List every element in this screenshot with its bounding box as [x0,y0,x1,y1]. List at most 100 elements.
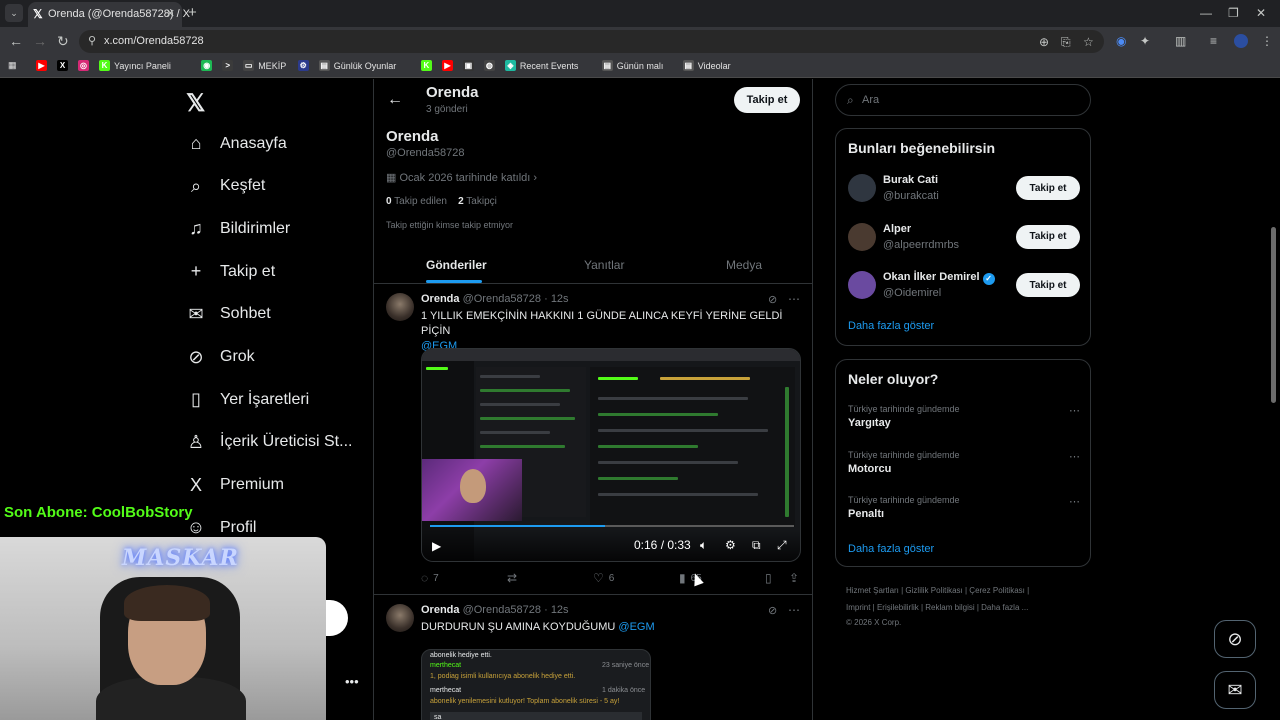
suggestion-handle[interactable]: @Oidemirel [883,287,941,299]
followers-count[interactable]: 2 [458,196,464,207]
post-image[interactable]: abonelik hediye etti. merthecat 23 saniy… [421,649,651,720]
suggestion-row[interactable]: Okan İlker Demirel ✓ @Oidemirel Takip et [848,269,1080,303]
bookmark-item[interactable]: ▶ [441,60,453,71]
nav-item-explore[interactable]: ⌕ Keşfet [186,176,265,197]
post-mention[interactable]: @EGM [618,621,654,633]
nav-item-home[interactable]: ⌂ Anasayfa [186,133,287,154]
restore-button[interactable]: ❐ [1228,6,1239,20]
following-label[interactable]: Takip edilen [394,196,447,207]
reply-button[interactable]: ◌ 7 [421,571,439,585]
post-handle[interactable]: @Orenda58728 [463,293,541,305]
fullscreen-icon[interactable]: ⤢ [777,538,787,553]
minimize-button[interactable]: — [1200,6,1212,20]
bookmark-item[interactable]: X [57,60,68,71]
bookmark-star-icon[interactable]: ☆ [1083,35,1094,49]
bookmark-item[interactable]: K Yayıncı Paneli [99,60,171,71]
url-text[interactable]: x.com/Orenda58728 [104,35,204,47]
grok-icon[interactable]: ⊘ [768,604,777,617]
bookmark-button[interactable]: ▯ [765,571,772,585]
suggestion-row[interactable]: Alper @alpeerrdmrbs Takip et [848,221,1080,255]
trend-item[interactable]: Türkiye tarihinde gündemde Yargıtay ⋯ [848,404,1080,429]
follow-button[interactable]: Takip et [1016,224,1080,249]
post-handle[interactable]: @Orenda58728 [463,604,541,616]
suggestion-handle[interactable]: @alpeerrdmrbs [883,239,959,251]
follow-button[interactable]: Takip et [1016,176,1080,200]
bookmark-item[interactable]: ▶ [36,60,47,71]
bookmark-item[interactable]: ▤ Günün malı [601,60,663,71]
show-more-link[interactable]: Daha fazla göster [848,320,934,332]
trend-more-icon[interactable]: ⋯ [1069,404,1080,417]
zoom-icon[interactable]: ⊕ [1039,35,1049,49]
avatar[interactable] [848,222,876,251]
avatar[interactable] [848,174,876,202]
trend-item[interactable]: Türkiye tarihinde gündemde Penaltı ⋯ [848,495,1080,520]
trend-more-icon[interactable]: ⋯ [1069,495,1080,508]
apps-icon[interactable]: ▦ [8,60,17,71]
more-icon[interactable]: ⋯ [788,292,800,306]
settings-gear-icon[interactable]: ⚙ [725,538,736,552]
tab-close-icon[interactable]: ✕ [166,7,175,20]
reload-button[interactable]: ↻ [57,33,69,50]
nav-item-bookmarks[interactable]: ▯ Yer İşaretleri [186,389,309,410]
bookmark-item[interactable]: > [222,60,234,71]
reading-list-icon[interactable]: ≡ [1210,34,1217,48]
tab-media[interactable]: Medya [726,258,762,272]
bookmark-item[interactable]: ◎ [78,60,89,71]
suggestion-name[interactable]: Burak Cati [883,174,938,186]
bookmark-item[interactable]: ▣ [462,60,474,71]
avatar[interactable] [386,604,414,632]
nav-item-follow[interactable]: + Takip et [186,261,275,282]
avatar[interactable] [386,293,414,321]
video-progress-bar[interactable] [430,525,794,527]
bookmark-item[interactable]: K [420,60,432,71]
x-logo-icon[interactable]: 𝕏 [186,89,205,118]
install-icon[interactable]: ⎘ [1061,35,1071,50]
followers-label[interactable]: Takipçi [466,196,497,207]
tab-replies[interactable]: Yanıtlar [584,258,624,272]
bookmark-item[interactable]: ▤ Günlük Oyunlar [318,60,396,71]
footer-links[interactable]: Hizmet Şartları | Gizlilik Politikası | … [846,586,1029,595]
play-icon[interactable]: ▶ [432,539,441,553]
picture-in-picture-icon[interactable]: ⧉ [752,538,761,553]
browser-tab[interactable]: 𝕏 Orenda (@Orenda58728) / X ✕ [28,2,190,27]
post-time[interactable]: 12s [551,604,569,616]
back-arrow-icon[interactable]: ← [387,91,403,109]
tab-search-button[interactable]: ⌄ [5,4,23,22]
nav-item-grok[interactable]: ⊘ Grok [186,347,254,368]
repost-button[interactable]: ⇄ [507,571,517,585]
suggestion-handle[interactable]: @burakcati [883,190,939,202]
extension-icon[interactable]: ◉ [1116,34,1126,48]
post-time[interactable]: 12s [551,293,569,305]
grok-icon[interactable]: ⊘ [768,293,777,306]
trend-item[interactable]: Türkiye tarihinde gündemde Motorcu ⋯ [848,450,1080,475]
trend-more-icon[interactable]: ⋯ [1069,450,1080,463]
post[interactable]: Orenda @Orenda58728 · 12s ⊘ ⋯ DURDURUN Ş… [374,596,812,720]
post-author[interactable]: Orenda [421,293,460,305]
suggestion-name[interactable]: Okan İlker Demirel ✓ [883,271,995,285]
bookmark-item[interactable]: ▭ MEKİP [243,60,286,71]
follow-button[interactable]: Takip et [1016,273,1080,297]
address-bar[interactable]: ⚲ x.com/Orenda58728 ⊕ ⎘ ☆ [79,30,1104,53]
bookmark-item[interactable]: ◈ Recent Events [504,60,578,71]
suggestion-row[interactable]: Burak Cati @burakcati Takip et [848,172,1080,206]
nav-item-profile[interactable]: ☺ Profil [186,517,257,538]
nav-item-creator-studio[interactable]: ♙ İçerik Üreticisi St... [186,432,353,453]
like-button[interactable]: ♡ 6 [593,571,614,585]
forward-button[interactable]: → [33,33,47,49]
joined-date[interactable]: ▦ Ocak 2026 tarihinde katıldı › [386,171,537,184]
trends-show-more-link[interactable]: Daha fazla göster [848,543,934,555]
page-scrollbar[interactable] [1271,227,1276,403]
nav-item-chat[interactable]: ✉ Sohbet [186,304,270,325]
suggestion-name[interactable]: Alper [883,223,911,235]
share-button[interactable]: ⇪ [789,571,799,585]
site-info-icon[interactable]: ⚲ [88,34,96,47]
profile-follow-button[interactable]: Takip et [734,87,800,113]
volume-icon[interactable]: 🔈︎ [700,538,707,553]
footer-links-2[interactable]: Imprint | Erişilebilirlik | Reklam bilgi… [846,603,1028,612]
extensions-puzzle-icon[interactable]: ✦ [1140,34,1150,48]
grok-fab-button[interactable]: ⊘ [1214,620,1256,658]
search-box[interactable]: ⌕ Ara [835,84,1091,116]
back-button[interactable]: ← [9,33,23,49]
browser-menu-icon[interactable]: ⋮ [1261,34,1273,48]
nav-item-premium[interactable]: X Premium [186,475,284,496]
